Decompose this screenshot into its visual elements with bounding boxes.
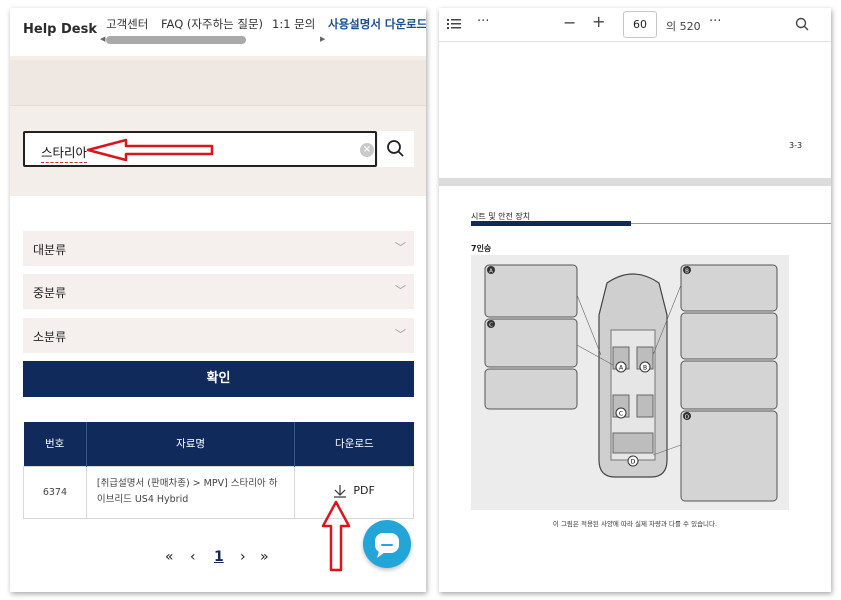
label-c: C bbox=[619, 411, 623, 418]
horizontal-scrollbar[interactable] bbox=[106, 36, 246, 44]
pagination: « ‹ 1 › » bbox=[160, 549, 280, 569]
page-footer-number: 3-3 bbox=[789, 141, 803, 150]
category-middle-select[interactable]: 중분류 ﹀ bbox=[23, 274, 414, 309]
label-d-small: D bbox=[685, 415, 689, 421]
clear-icon[interactable]: × bbox=[360, 143, 374, 157]
chevron-down-icon: ﹀ bbox=[395, 284, 406, 297]
category-minor-select[interactable]: 소분류 ﹀ bbox=[23, 318, 414, 353]
nav-customer-center[interactable]: 고객센터 bbox=[106, 16, 148, 32]
download-cell: PDF bbox=[294, 465, 414, 519]
label-b-small: B bbox=[685, 269, 689, 275]
confirm-button[interactable]: 확인 bbox=[23, 361, 414, 397]
previous-page bbox=[439, 44, 831, 186]
label-b: B bbox=[643, 365, 647, 372]
scroll-right-icon[interactable]: ▶ bbox=[320, 35, 325, 43]
zoom-in-button[interactable]: + bbox=[592, 12, 605, 31]
prev-page-button[interactable]: ‹ bbox=[190, 549, 196, 565]
search-icon[interactable] bbox=[795, 17, 809, 31]
nav-manual-download[interactable]: 사용설명서 다운로드 bbox=[328, 16, 426, 32]
category-middle-label: 중분류 bbox=[33, 286, 67, 300]
top-navigation: Help Desk 고객센터 FAQ (자주하는 질문) 1:1 문의 사용설명… bbox=[10, 8, 426, 56]
row-title-line1: [취급설명서 (판매차종) > MPV] 스타리아 하 bbox=[96, 478, 278, 489]
manual-table: 번호 자료명 다운로드 6374 [취급설명서 (판매차종) > MPV] 스타… bbox=[23, 422, 414, 519]
search-button[interactable] bbox=[378, 131, 414, 167]
seat-diagram: A C A B C D B D bbox=[471, 255, 789, 510]
toolbar-more-icon[interactable]: ··· bbox=[709, 14, 721, 29]
table-row: 6374 [취급설명서 (판매차종) > MPV] 스타리아 하 이브리드 US… bbox=[23, 465, 414, 519]
pdf-viewer: ··· − + 60 의 520 ··· 3-3 시트 및 안전 장치 7인승 … bbox=[439, 8, 831, 592]
download-icon bbox=[334, 484, 347, 498]
last-page-button[interactable]: » bbox=[260, 549, 269, 565]
category-major-label: 대분류 bbox=[33, 243, 67, 257]
label-a-small: A bbox=[489, 269, 493, 275]
annotation-arrow-up-icon bbox=[321, 500, 351, 572]
figure-caption: 이 그림은 적용된 사양에 따라 실제 차량과 다를 수 있습니다. bbox=[552, 520, 718, 528]
brand-logo[interactable]: Help Desk bbox=[23, 22, 97, 37]
scroll-left-icon[interactable]: ◀ bbox=[100, 35, 105, 43]
annotation-arrow-left-icon bbox=[86, 138, 214, 162]
section-rule-thin bbox=[631, 223, 831, 224]
chevron-down-icon: ﹀ bbox=[395, 328, 406, 341]
seat-config-label: 7인승 bbox=[471, 244, 492, 253]
page-total: 의 520 bbox=[666, 20, 701, 33]
help-desk-panel: Help Desk 고객센터 FAQ (자주하는 질문) 1:1 문의 사용설명… bbox=[10, 8, 426, 592]
chevron-down-icon: ﹀ bbox=[395, 241, 406, 254]
banner-strip bbox=[10, 60, 426, 106]
row-title[interactable]: [취급설명서 (판매차종) > MPV] 스타리아 하 이브리드 US4 Hyb… bbox=[85, 465, 296, 519]
contents-list-icon[interactable] bbox=[447, 18, 461, 30]
page-number-input[interactable]: 60 bbox=[623, 11, 657, 38]
zoom-out-button[interactable]: − bbox=[563, 13, 576, 32]
first-page-button[interactable]: « bbox=[165, 549, 174, 565]
pdf-toolbar: ··· − + 60 의 520 ··· bbox=[439, 8, 831, 42]
more-options-icon[interactable]: ··· bbox=[477, 14, 489, 29]
table-header-row: 번호 자료명 다운로드 bbox=[23, 422, 414, 466]
pdf-download-link[interactable]: PDF bbox=[333, 484, 375, 498]
row-number: 6374 bbox=[23, 465, 87, 519]
category-minor-label: 소분류 bbox=[33, 330, 67, 344]
label-c-small: C bbox=[489, 323, 493, 329]
nav-faq[interactable]: FAQ (자주하는 질문) bbox=[161, 16, 263, 32]
chat-button[interactable] bbox=[363, 520, 411, 568]
column-header-download: 다운로드 bbox=[294, 422, 414, 466]
label-d: D bbox=[631, 459, 636, 466]
column-header-number: 번호 bbox=[23, 422, 87, 466]
search-input-value: 스타리아 bbox=[41, 142, 88, 163]
next-page-button[interactable]: › bbox=[240, 549, 246, 565]
category-major-select[interactable]: 대분류 ﹀ bbox=[23, 231, 414, 266]
current-page[interactable]: 1 bbox=[214, 549, 224, 565]
nav-inquiry[interactable]: 1:1 문의 bbox=[272, 16, 315, 32]
chat-icon bbox=[375, 533, 399, 558]
column-header-title: 자료명 bbox=[86, 422, 296, 466]
section-rule bbox=[471, 221, 631, 226]
search-icon bbox=[387, 140, 404, 157]
row-title-line2: 이브리드 US4 Hybrid bbox=[96, 494, 189, 505]
page-gap bbox=[439, 178, 831, 186]
pdf-label: PDF bbox=[353, 484, 375, 497]
